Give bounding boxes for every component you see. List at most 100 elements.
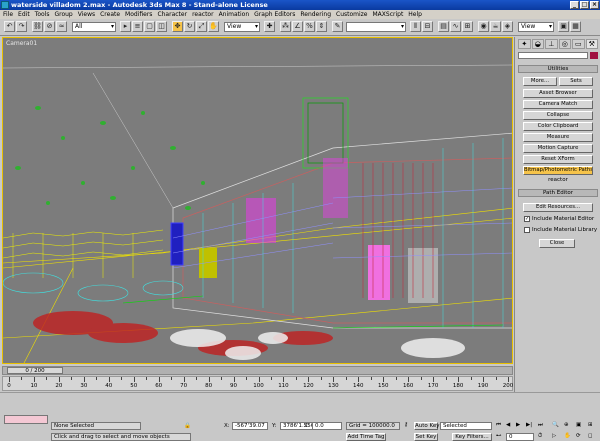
goto-end-icon[interactable]: ⏭ <box>538 422 543 429</box>
close-window-button[interactable]: × <box>590 1 599 9</box>
path-editor-rollout-header[interactable]: Path Editor <box>518 189 598 197</box>
zoom-extents-all-icon[interactable]: ⊞ <box>588 422 593 428</box>
layer-manager-icon[interactable]: ▤ <box>438 21 449 32</box>
menu-rendering[interactable]: Rendering <box>300 10 331 19</box>
render-last-icon[interactable]: ▣ <box>558 21 569 32</box>
maximize-viewport-icon[interactable]: ◻ <box>588 433 593 439</box>
motion-capture-button[interactable]: Motion Capture <box>523 144 593 153</box>
modify-icon[interactable]: ◒ <box>531 39 544 49</box>
menu-modifiers[interactable]: Modifiers <box>125 10 152 19</box>
include-material-editor-checkbox[interactable]: ✓ Include Material Editor <box>524 216 594 222</box>
select-object-icon[interactable]: ▸ <box>120 21 131 32</box>
camera-match-button[interactable]: Camera Match <box>523 100 593 109</box>
time-config-icon[interactable]: ⏱ <box>538 433 542 440</box>
include-material-library-checkbox[interactable]: Include Material Library <box>524 227 597 233</box>
select-and-rotate-icon[interactable]: ↻ <box>184 21 195 32</box>
selection-filter-dropdown[interactable]: All <box>72 22 116 32</box>
object-name-field[interactable] <box>518 52 588 59</box>
menu-character[interactable]: Character <box>157 10 187 19</box>
menu-reactor[interactable]: reactor <box>192 10 214 19</box>
menu-group[interactable]: Group <box>54 10 72 19</box>
schematic-view-icon[interactable]: ⊞ <box>462 21 473 32</box>
menu-edit[interactable]: Edit <box>18 10 30 19</box>
select-and-scale-icon[interactable]: ⤢ <box>196 21 207 32</box>
utilities-icon[interactable]: ⚒ <box>585 39 598 49</box>
track-bar[interactable]: 0 10 20 30 40 50 60 70 80 90 100 110 120 130 140 150 160… <box>2 376 513 391</box>
add-time-tag-button[interactable]: Add Time Tag <box>346 433 386 441</box>
maxscript-listener[interactable] <box>4 415 48 424</box>
zoom-icon[interactable]: 🔍 <box>552 422 559 428</box>
menu-file[interactable]: File <box>3 10 13 19</box>
create-icon[interactable]: ✦ <box>518 39 531 49</box>
more-button[interactable]: More... <box>523 77 557 86</box>
align-icon[interactable]: ⊟ <box>422 21 433 32</box>
angle-snap-icon[interactable]: ∠ <box>292 21 303 32</box>
select-by-name-icon[interactable]: ≡ <box>132 21 143 32</box>
window-crossing-icon[interactable]: ◫ <box>156 21 167 32</box>
percent-snap-icon[interactable]: % <box>304 21 315 32</box>
curve-editor-icon[interactable]: ∿ <box>450 21 461 32</box>
menu-create[interactable]: Create <box>100 10 120 19</box>
key-filters-button[interactable]: Key Filters... <box>452 433 492 441</box>
time-slider-thumb[interactable]: 0 / 200 <box>7 367 63 374</box>
unlink-icon[interactable]: ⊘ <box>44 21 55 32</box>
set-key-button[interactable]: Set Key <box>414 433 438 441</box>
z-coordinate-field[interactable]: 0.0 <box>312 422 342 430</box>
zoom-extents-icon[interactable]: ▣ <box>576 422 581 428</box>
camera-viewport[interactable]: Camera01 <box>2 37 513 364</box>
named-selection-dropdown[interactable] <box>346 22 406 32</box>
redo-icon[interactable]: ↷ <box>16 21 27 32</box>
hierarchy-icon[interactable]: ⊥ <box>545 39 558 49</box>
key-mode-toggle-icon[interactable]: ⊷ <box>496 433 502 439</box>
motion-icon[interactable]: ◎ <box>558 39 571 49</box>
menu-graph-editors[interactable]: Graph Editors <box>254 10 295 19</box>
color-clipboard-button[interactable]: Color Clipboard <box>523 122 593 131</box>
play-icon[interactable]: ▶ <box>516 422 520 428</box>
menu-tools[interactable]: Tools <box>35 10 50 19</box>
material-editor-icon[interactable]: ◉ <box>478 21 489 32</box>
display-icon[interactable]: ▭ <box>572 39 585 49</box>
close-button[interactable]: Close <box>539 239 575 248</box>
y-coordinate-field[interactable]: 3786'1.556 <box>280 422 316 430</box>
spinner-snap-icon[interactable]: ⇕ <box>316 21 327 32</box>
menu-help[interactable]: Help <box>408 10 422 19</box>
key-icon[interactable]: ⚷ <box>404 422 408 428</box>
pivot-center-icon[interactable]: ✚ <box>264 21 275 32</box>
x-coordinate-field[interactable]: -567'39.07 <box>232 422 268 430</box>
orbit-icon[interactable]: ⟳ <box>576 433 581 439</box>
pan-icon[interactable]: ✋ <box>564 433 571 439</box>
key-mode-dropdown[interactable]: Selected <box>440 422 492 430</box>
named-selection-icon[interactable]: ✎ <box>332 21 343 32</box>
prev-frame-icon[interactable]: ◀ <box>506 422 510 428</box>
zoom-all-icon[interactable]: ⊕ <box>564 422 569 428</box>
time-slider[interactable]: 0 / 200 <box>2 366 513 375</box>
asset-browser-button[interactable]: Asset Browser <box>523 89 593 98</box>
menu-animation[interactable]: Animation <box>219 10 250 19</box>
link-icon[interactable]: ⛓ <box>32 21 43 32</box>
minimize-button[interactable]: _ <box>570 1 579 9</box>
snaps-toggle-icon[interactable]: ⁂ <box>280 21 291 32</box>
sets-button[interactable]: Sets <box>559 77 593 86</box>
auto-key-button[interactable]: Auto Key <box>414 422 440 430</box>
lock-selection-icon[interactable]: 🔒 <box>184 423 191 429</box>
activeshade-icon[interactable]: ▦ <box>570 21 581 32</box>
mirror-icon[interactable]: ⫴ <box>410 21 421 32</box>
collapse-button[interactable]: Collapse <box>523 111 593 120</box>
measure-button[interactable]: Measure <box>523 133 593 142</box>
render-type-dropdown[interactable]: View <box>518 22 554 32</box>
field-of-view-icon[interactable]: ▷ <box>552 433 556 439</box>
current-frame-field[interactable]: 0 <box>506 433 534 441</box>
render-scene-icon[interactable]: ☕ <box>490 21 501 32</box>
maximize-button[interactable]: □ <box>580 1 589 9</box>
next-frame-icon[interactable]: ▶| <box>526 422 532 428</box>
edit-resources-button[interactable]: Edit Resources... <box>523 203 593 212</box>
reactor-label[interactable]: reactor <box>523 177 593 183</box>
goto-start-icon[interactable]: ⏮ <box>496 422 501 429</box>
select-and-manipulate-icon[interactable]: ✋ <box>208 21 219 32</box>
menu-views[interactable]: Views <box>78 10 95 19</box>
reset-xform-button[interactable]: Reset XForm <box>523 155 593 164</box>
select-and-move-icon[interactable]: ✥ <box>172 21 183 32</box>
undo-icon[interactable]: ↶ <box>4 21 15 32</box>
menu-maxscript[interactable]: MAXScript <box>373 10 404 19</box>
reference-coordinate-dropdown[interactable]: View <box>224 22 260 32</box>
